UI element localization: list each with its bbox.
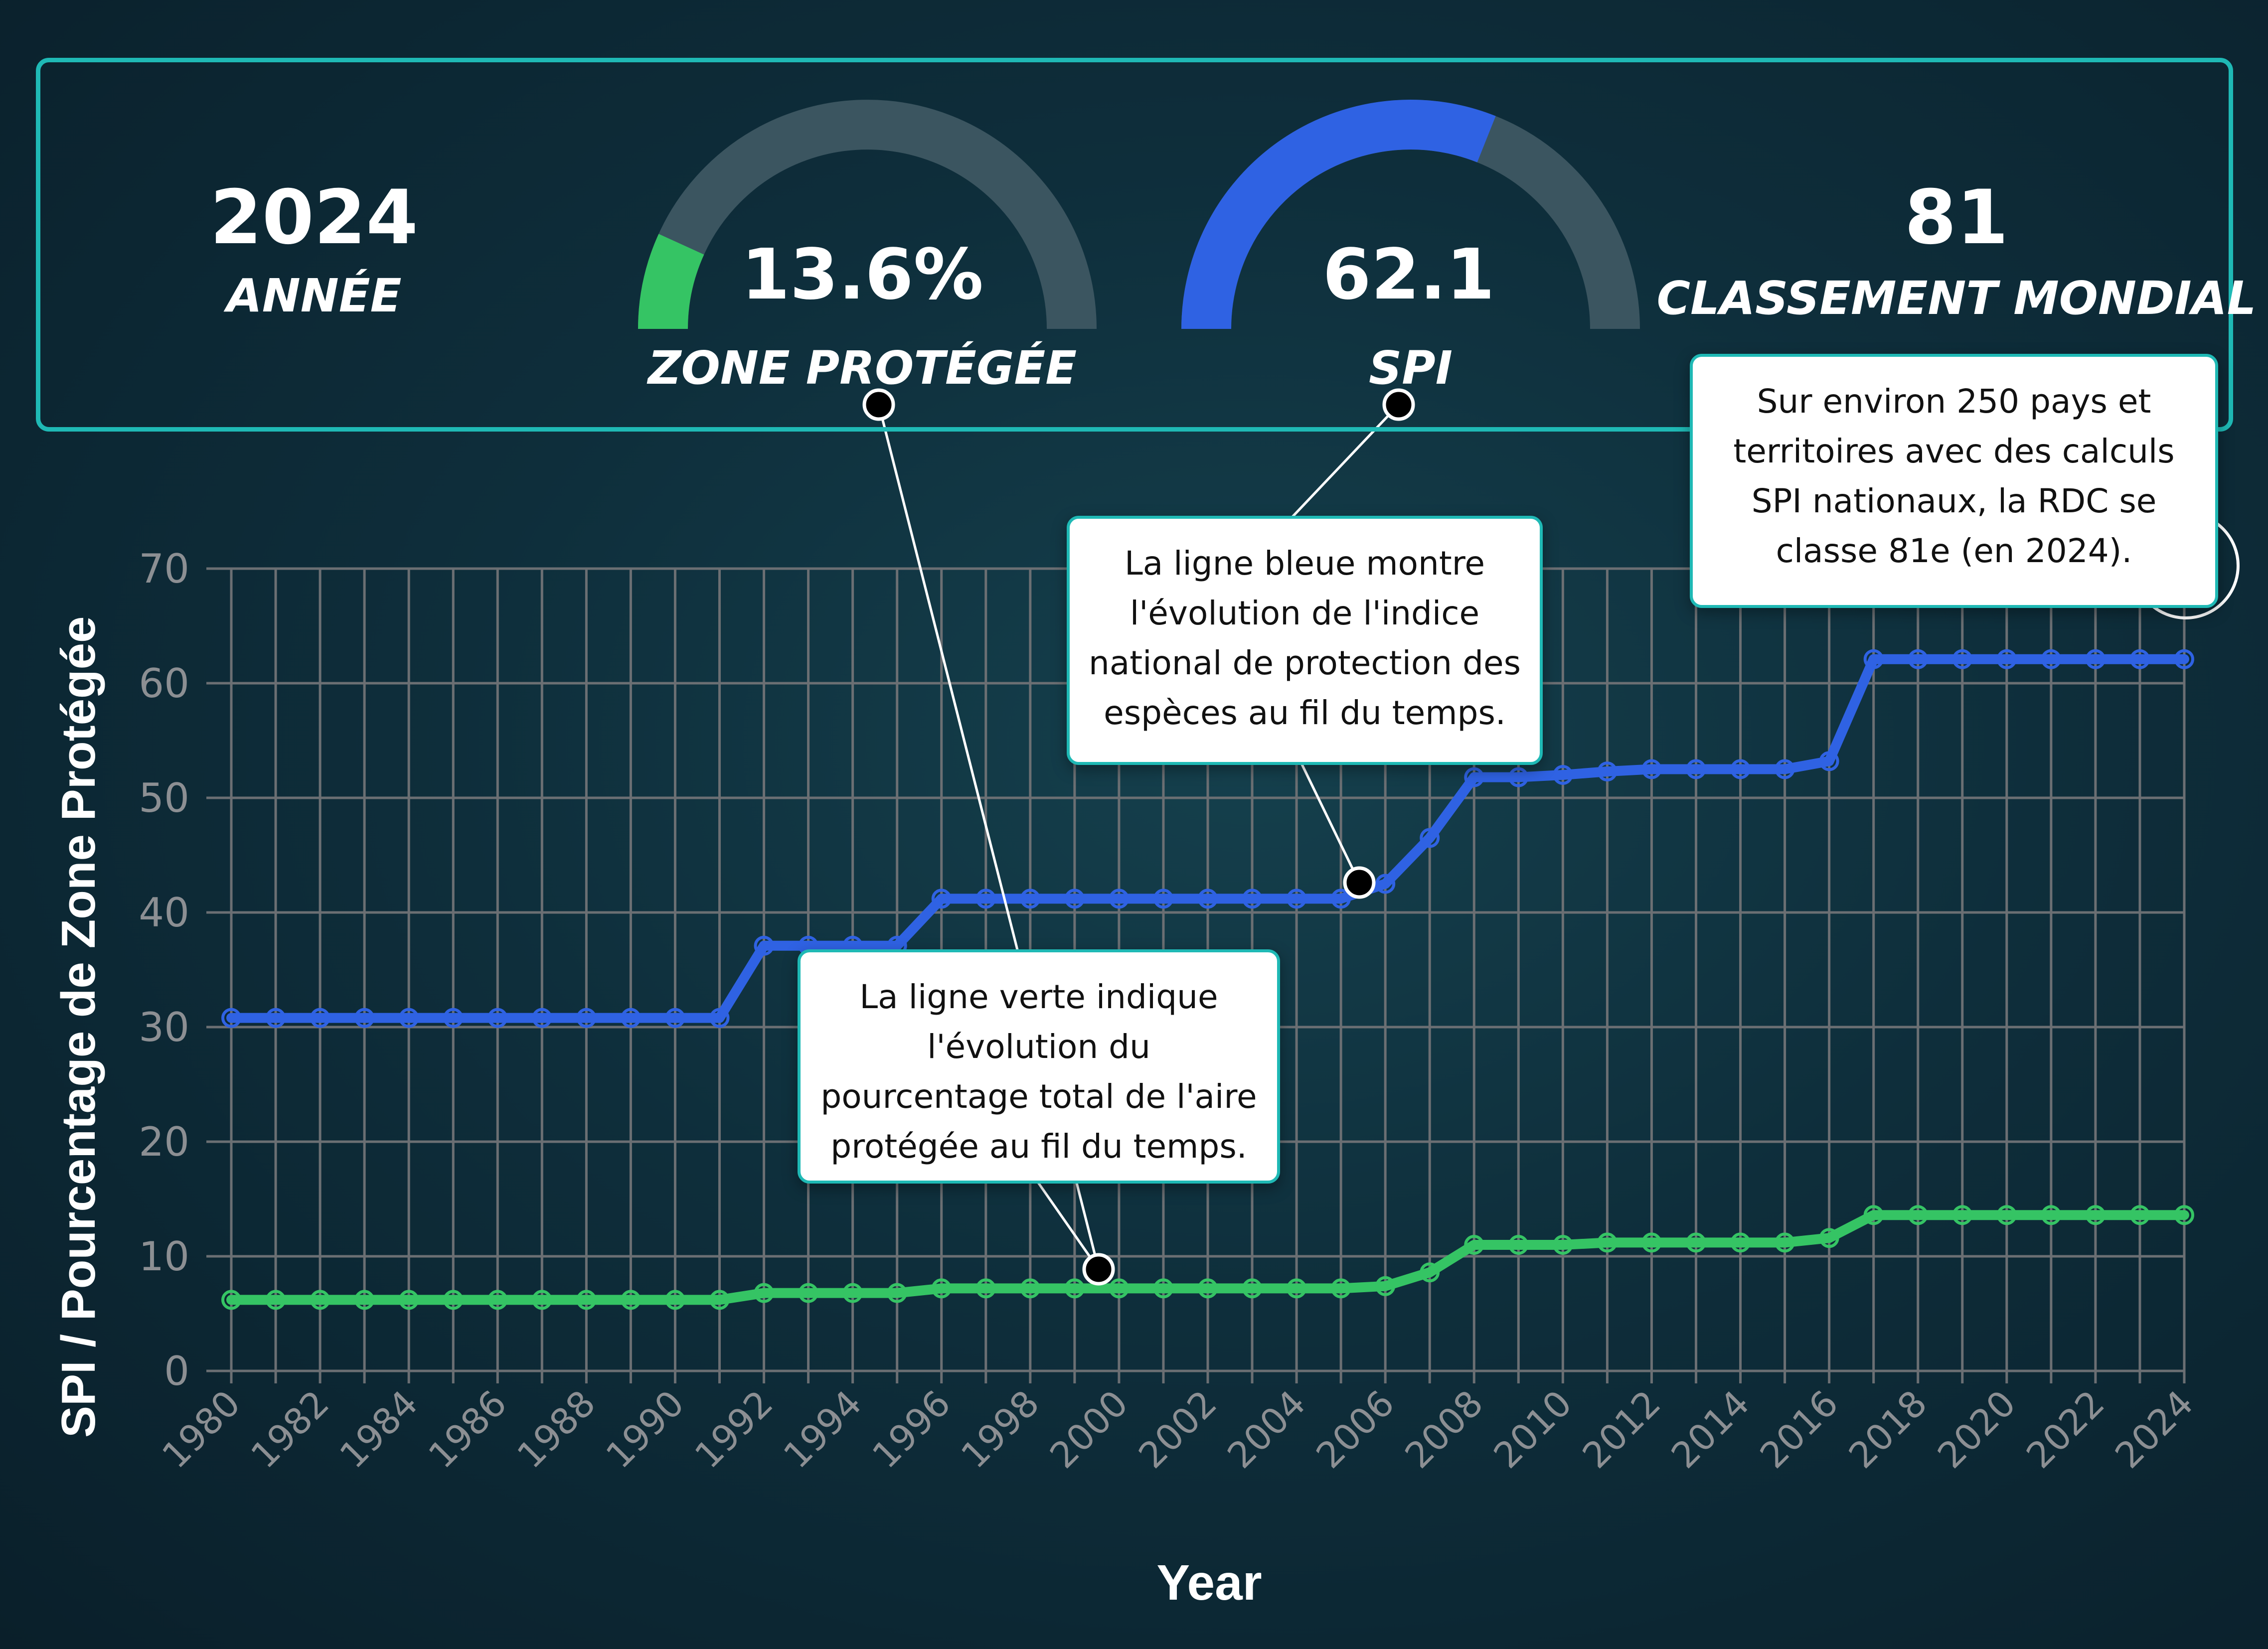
x-tick-label: 2002 — [1131, 1382, 1225, 1477]
y-tick-label: 0 — [164, 1348, 189, 1394]
rank-callout: Sur environ 250 pays et territoires avec… — [1690, 354, 2218, 608]
protected-area-label: ZONE PROTÉGÉE — [648, 341, 1077, 395]
x-tick-label: 1986 — [420, 1382, 514, 1477]
rank-value: 81 — [1904, 174, 2009, 261]
x-tick-label: 1998 — [953, 1382, 1047, 1477]
x-tick-label: 2024 — [2107, 1382, 2201, 1477]
x-tick-label: 2018 — [1841, 1382, 1935, 1477]
y-tick-label: 60 — [139, 660, 189, 707]
green-line-callout: La ligne verte indique l'évolution du po… — [798, 949, 1280, 1184]
x-tick-label: 1980 — [154, 1382, 248, 1477]
x-tick-label: 2022 — [2018, 1382, 2112, 1477]
x-axis-ticks: 1980198219841986198819901992199419961998… — [154, 1382, 2201, 1477]
x-tick-label: 2004 — [1219, 1382, 1313, 1477]
x-tick-label: 2020 — [1930, 1382, 2024, 1477]
x-tick-label: 1990 — [598, 1382, 692, 1477]
x-tick-label: 1996 — [864, 1382, 959, 1477]
spi-line-callout-marker — [1343, 866, 1376, 899]
protected-area-value: 13.6% — [741, 234, 983, 315]
spi-label: SPI — [1369, 341, 1453, 395]
year-label: ANNÉE — [226, 269, 402, 322]
y-axis-ticks: 0 10 20 30 40 50 60 70 — [139, 546, 189, 1394]
x-tick-label: 2008 — [1397, 1382, 1491, 1477]
x-tick-label: 2000 — [1042, 1382, 1136, 1477]
year-value: 2024 — [210, 174, 418, 261]
x-tick-label: 2012 — [1575, 1382, 1669, 1477]
y-tick-label: 40 — [139, 890, 189, 936]
x-tick-label: 2016 — [1752, 1382, 1846, 1477]
x-tick-label: 1994 — [776, 1382, 870, 1477]
x-tick-label: 2006 — [1308, 1382, 1402, 1477]
x-tick-label: 1988 — [509, 1382, 603, 1477]
x-tick-label: 2010 — [1485, 1382, 1580, 1477]
y-tick-label: 20 — [139, 1119, 189, 1165]
x-tick-label: 2014 — [1663, 1382, 1758, 1477]
x-axis-title: Year — [1156, 1555, 1262, 1611]
green-line-callout-marker — [1082, 1253, 1115, 1286]
protected-area-gauge-fill — [638, 234, 704, 329]
y-axis-title: SPI / Pourcentage de Zone Protégée — [52, 616, 105, 1438]
spi-value: 62.1 — [1322, 234, 1495, 315]
blue-line-callout: La ligne bleue montre l'évolution de l'i… — [1067, 516, 1543, 765]
y-tick-label: 30 — [139, 1004, 189, 1050]
y-tick-label: 50 — [139, 775, 189, 821]
rank-label: CLASSEMENT MONDIAL — [1656, 272, 2257, 325]
x-tick-label: 1992 — [687, 1382, 781, 1477]
blue-callout-leader-lower — [1299, 761, 1361, 884]
y-tick-label: 70 — [139, 546, 189, 592]
x-tick-label: 1984 — [331, 1382, 426, 1477]
x-tick-label: 1982 — [243, 1382, 337, 1477]
y-tick-label: 10 — [139, 1233, 189, 1280]
